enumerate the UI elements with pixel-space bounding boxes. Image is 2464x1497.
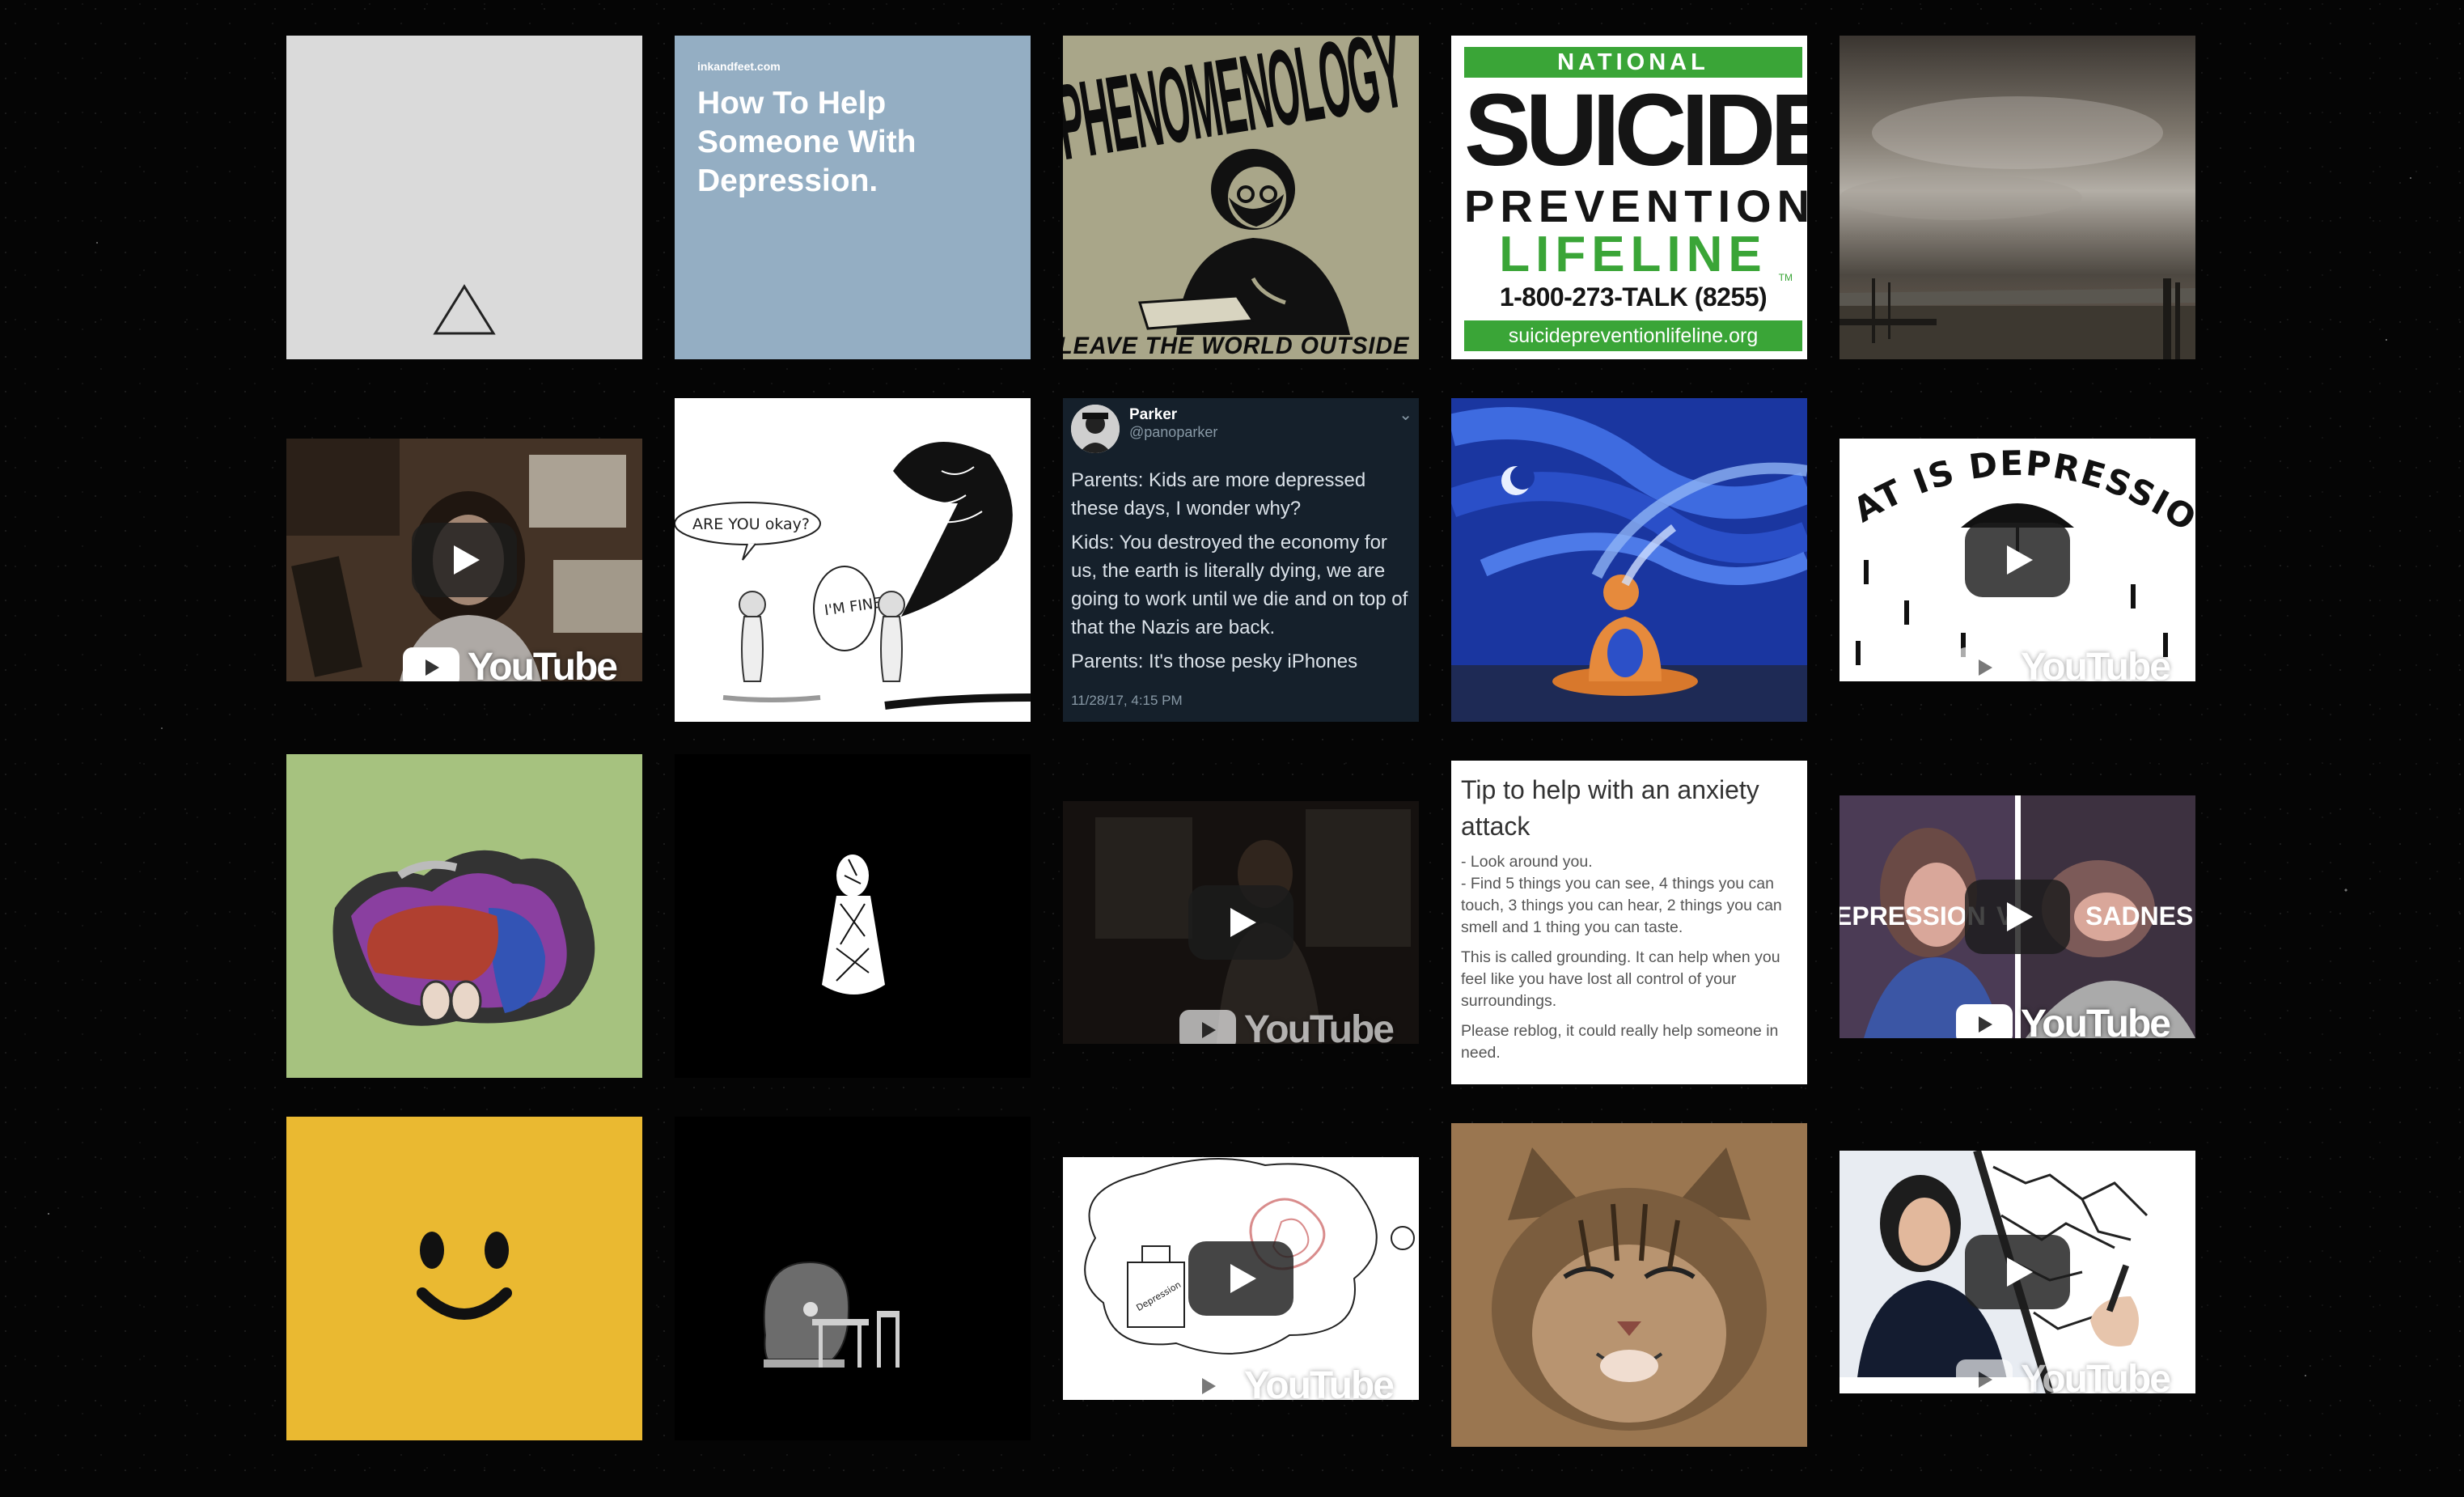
tile-tweet[interactable]: Parker @panoparker ⌄ Parents: Kids are m…	[1063, 398, 1419, 722]
tile-smiley[interactable]	[286, 1117, 642, 1440]
phenomenology-caption: LEAVE THE WORLD OUTSIDE	[1063, 332, 1410, 359]
tile-blanket-illustration[interactable]	[286, 754, 642, 1078]
creature-drawing	[763, 1261, 900, 1368]
dvs-right: SADNES	[2085, 901, 2193, 931]
tweet-card: Parker @panoparker ⌄ Parents: Kids are m…	[1063, 398, 1419, 722]
play-icon	[454, 545, 480, 575]
tile-comic-are-you-okay[interactable]: ARE YOU okay? I'M FINE	[675, 398, 1031, 722]
tip-title: Tip to help with an anxiety attack	[1461, 775, 1759, 841]
stormy-sky-scene	[1840, 96, 2195, 359]
youtube-logo: YouTube	[1179, 1363, 1395, 1400]
tile-knotted-figure[interactable]	[675, 754, 1031, 1078]
play-icon	[1230, 1264, 1256, 1293]
tweet-line-2: Kids: You destroyed the economy for us, …	[1071, 532, 1408, 638]
triangle-icon	[433, 284, 496, 335]
youtube-logo: YouTube	[1955, 1002, 2171, 1038]
lifeline-suicide: SUICIDE	[1464, 73, 1807, 188]
youtube-label: YouTube	[467, 646, 618, 681]
tile-suicide-prevention-lifeline[interactable]: NATIONAL SUICIDE PREVENTION LIFELINE TM …	[1451, 36, 1807, 359]
inkandfeet-site: inkandfeet.com	[697, 60, 781, 73]
youtube-logo: YouTube	[1955, 645, 2171, 681]
tip-card: Tip to help with an anxiety attack - Loo…	[1451, 761, 1807, 1084]
tile-creature-drawing[interactable]	[675, 1117, 1031, 1440]
video-tile-3[interactable]: YouTube	[1063, 801, 1419, 1044]
meditation-painting	[1451, 398, 1807, 722]
tile-meditation-painting[interactable]	[1451, 398, 1807, 722]
video-tile-2[interactable]: WHAT IS DEPRESSION? YouTube	[1840, 439, 2195, 681]
tip-paragraph-1: - Look around you. - Find 5 things you c…	[1461, 853, 1782, 936]
lifeline-lifeline: LIFELINE	[1499, 227, 1768, 282]
kitten-photo	[1451, 1123, 1807, 1447]
blanket-illustration	[332, 850, 595, 1026]
comic-drawing: ARE YOU okay? I'M FINE	[675, 442, 1031, 710]
youtube-logo-icon	[402, 647, 459, 681]
play-button[interactable]	[1188, 885, 1293, 960]
lifeline-prevention: PREVENTION	[1464, 180, 1807, 231]
avatar	[1071, 405, 1120, 453]
video-tile-4[interactable]: EPRESSION V SADNES YouTube	[1840, 795, 2195, 1038]
youtube-logo: YouTube	[402, 645, 618, 681]
tile-stormy-sky-photo[interactable]	[1840, 36, 2195, 359]
phenomenology-poster: PHENOMENOLOGY LEAVE THE WORLD OUTSIDE	[1063, 36, 1412, 359]
tweet-author-name: Parker	[1129, 406, 1178, 423]
youtube-logo-icon	[1179, 1009, 1236, 1044]
tile-kitten-photo[interactable]	[1451, 1123, 1807, 1447]
youtube-logo: YouTube	[1955, 1357, 2171, 1393]
play-button[interactable]	[412, 523, 517, 597]
youtube-label: YouTube	[1243, 1364, 1395, 1400]
lifeline-url: suicidepreventionlifeline.org	[1464, 320, 1802, 351]
youtube-logo-icon	[1179, 1365, 1236, 1400]
youtube-logo-icon	[1955, 647, 2013, 681]
play-button[interactable]	[1188, 1241, 1293, 1316]
dvs-left: EPRESSION	[1840, 901, 1986, 931]
youtube-label: YouTube	[1243, 1008, 1395, 1044]
tile-phenomenology[interactable]: PHENOMENOLOGY LEAVE THE WORLD OUTSIDE	[1063, 36, 1419, 359]
play-button[interactable]	[1965, 880, 2070, 954]
video-tile-5[interactable]: Depression YouTube	[1063, 1157, 1419, 1400]
video-tile-1[interactable]: YouTube	[286, 439, 642, 681]
lifeline-tm: TM	[1778, 272, 1793, 283]
video-tile-6[interactable]: YouTube	[1840, 1151, 2195, 1393]
tweet-timestamp: 11/28/17, 4:15 PM	[1071, 693, 1183, 708]
youtube-logo: YouTube	[1179, 1007, 1395, 1044]
tip-body: - Look around you. - Find 5 things you c…	[1461, 851, 1799, 1072]
youtube-logo-icon	[1955, 1359, 2013, 1393]
play-icon	[2007, 545, 2033, 575]
play-button[interactable]	[1965, 1235, 2070, 1309]
tweet-author-handle: @panoparker	[1129, 424, 1218, 440]
comic-bubble-1: ARE YOU okay?	[692, 515, 810, 533]
youtube-label: YouTube	[2020, 1358, 2171, 1393]
chevron-down-icon[interactable]: ⌄	[1399, 405, 1412, 425]
tip-paragraph-2: This is called grounding. It can help wh…	[1461, 948, 1780, 1010]
tweet-line-3: Parents: It's those pesky iPhones	[1071, 651, 1358, 672]
youtube-label: YouTube	[2020, 646, 2171, 681]
tip-paragraph-3: Please reblog, it could really help some…	[1461, 1022, 1779, 1062]
inkandfeet-title: How To Help Someone With Depression.	[697, 86, 917, 198]
play-button[interactable]	[1965, 523, 2070, 597]
youtube-label: YouTube	[2020, 1003, 2171, 1038]
tile-anxiety-tip[interactable]: Tip to help with an anxiety attack - Loo…	[1451, 761, 1807, 1084]
tile-inkandfeet[interactable]: inkandfeet.com How To Help Someone With …	[675, 36, 1031, 359]
play-icon	[2007, 1257, 2033, 1287]
knotted-figure-drawing	[822, 855, 885, 994]
play-icon	[2007, 902, 2033, 931]
tweet-body: Parents: Kids are more depressed these d…	[1071, 466, 1411, 681]
youtube-logo-icon	[1955, 1003, 2013, 1038]
tweet-line-1: Parents: Kids are more depressed these d…	[1071, 469, 1366, 519]
play-icon	[1230, 908, 1256, 937]
tile-grey-triangle[interactable]	[286, 36, 642, 359]
lifeline-phone: 1-800-273-TALK (8255)	[1499, 282, 1768, 312]
smiley-face-icon	[417, 1232, 512, 1320]
